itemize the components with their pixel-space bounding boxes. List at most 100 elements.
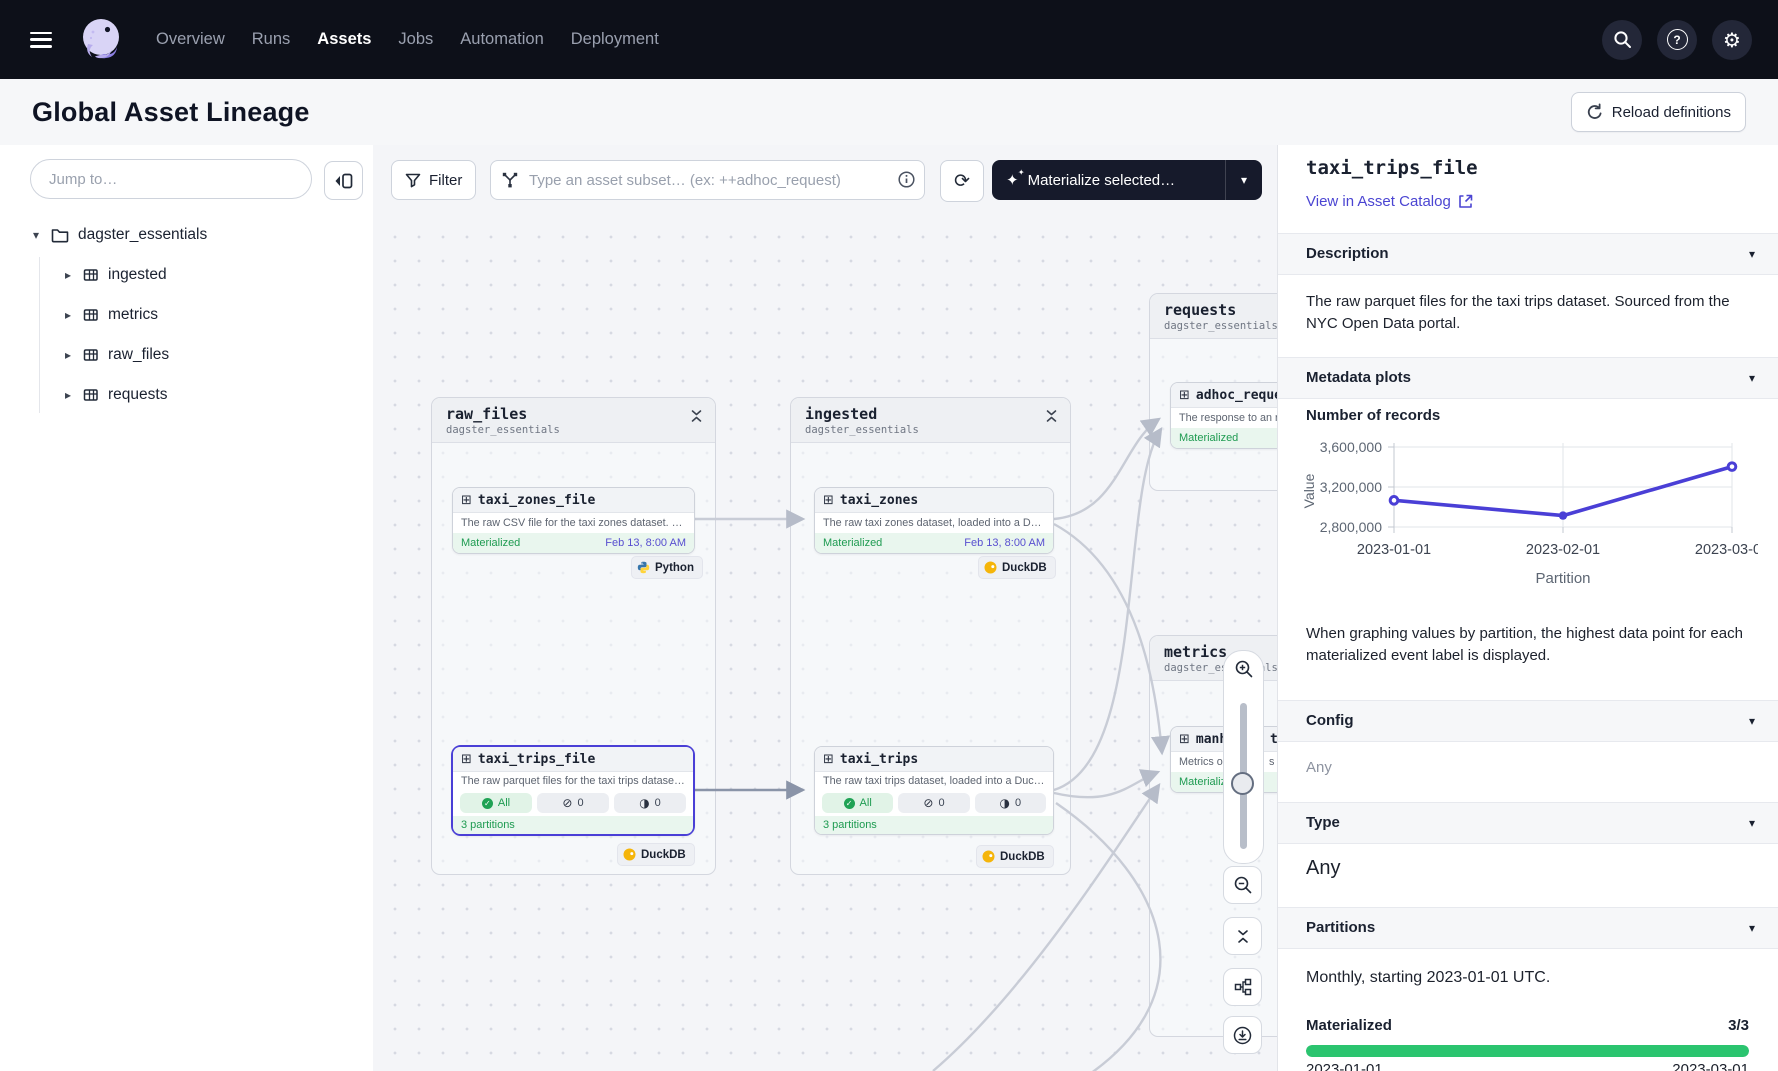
graph-layout-icon	[1234, 978, 1252, 996]
section-title: Config	[1306, 712, 1353, 729]
search-button[interactable]	[1602, 20, 1642, 60]
refresh-button[interactable]: ⟳	[940, 160, 984, 202]
nav-item-deployment[interactable]: Deployment	[571, 30, 659, 49]
nav-item-runs[interactable]: Runs	[252, 30, 291, 49]
group-name: ingested	[805, 405, 1056, 423]
nav-item-overview[interactable]: Overview	[156, 30, 225, 49]
zoom-in-button[interactable]	[1224, 659, 1263, 679]
collapse-sidebar-button[interactable]	[324, 161, 363, 200]
caret-down-icon: ▾	[1749, 358, 1755, 398]
download-image-button[interactable]	[1223, 1016, 1262, 1054]
tree-item-label: metrics	[108, 306, 158, 324]
reload-definitions-button[interactable]: Reload definitions	[1571, 92, 1746, 132]
refresh-icon: ⟳	[954, 170, 970, 192]
range-end: 2023-03-01	[1672, 1061, 1749, 1071]
caret-right-icon: ▸	[62, 308, 74, 322]
asset-group-tree: ▾ dagster_essentials ▸ ingested ▸	[0, 215, 373, 415]
materialize-main[interactable]: ✦ Materialize selected…	[992, 160, 1225, 200]
tree-item-dagster-essentials[interactable]: ▾ dagster_essentials	[0, 215, 373, 255]
badge-materialized-all: ✓All	[460, 793, 532, 813]
tree-item-ingested[interactable]: ▸ ingested	[0, 255, 373, 295]
table-icon: ⊞	[461, 494, 472, 507]
section-description[interactable]: Description ▾	[1278, 233, 1778, 275]
asset-subset-input[interactable]	[490, 160, 925, 200]
info-icon[interactable]	[898, 171, 915, 188]
folder-icon	[51, 228, 69, 243]
nav-item-jobs[interactable]: Jobs	[398, 30, 433, 49]
svg-text:2023-02-01: 2023-02-01	[1526, 542, 1600, 558]
dagster-logo[interactable]	[74, 12, 130, 68]
badge-missing: ⊘0	[898, 793, 969, 813]
duckdb-icon	[623, 848, 636, 861]
help-icon: ?	[1667, 29, 1688, 50]
section-title: Partitions	[1306, 919, 1375, 936]
zoom-out-button[interactable]	[1223, 866, 1262, 904]
tree-item-requests[interactable]: ▸ requests	[0, 375, 373, 415]
badge-missing: ⊘0	[537, 793, 609, 813]
view-in-asset-catalog-link[interactable]: View in Asset Catalog	[1306, 193, 1473, 210]
settings-button[interactable]: ⚙	[1712, 20, 1752, 60]
badge-failed: ◑0	[975, 793, 1046, 813]
tree-item-raw-files[interactable]: ▸ raw_files	[0, 335, 373, 375]
asset-description: The raw parquet files for the taxi trips…	[453, 772, 693, 790]
asset-name: taxi_trips_file	[478, 752, 595, 767]
section-metadata-plots[interactable]: Metadata plots ▾	[1278, 357, 1778, 399]
section-title: Metadata plots	[1306, 369, 1411, 386]
tech-tag-duckdb: DuckDB	[976, 845, 1054, 868]
caret-down-icon: ▾	[1749, 234, 1755, 274]
badge-failed: ◑0	[614, 793, 686, 813]
asset-node-taxi-trips[interactable]: ⊞taxi_trips The raw taxi trips dataset, …	[814, 746, 1054, 835]
lineage-graph: raw_files dagster_essentials ingested da…	[373, 145, 1277, 1071]
menu-icon[interactable]	[30, 32, 52, 48]
materialized-progress-bar	[1306, 1045, 1749, 1057]
asset-description: The raw CSV file for the taxi zones data…	[453, 513, 694, 533]
section-type[interactable]: Type ▾	[1278, 802, 1778, 844]
group-header: requests dagster_essentials	[1150, 294, 1277, 339]
asset-node-adhoc-request[interactable]: ⊞adhoc_request The response to an req Ma…	[1170, 382, 1277, 449]
asset-name: taxi_zones	[840, 493, 918, 508]
nav-item-assets[interactable]: Assets	[317, 30, 371, 49]
materialization-time: Feb 13, 8:00 AM	[964, 533, 1045, 553]
zoom-slider-handle[interactable]	[1231, 772, 1254, 795]
partition-badges: ✓All ⊘0 ◑0	[815, 790, 1053, 816]
gear-icon: ⚙	[1723, 30, 1741, 50]
number-of-records-chart: 2,800,0003,200,0003,600,0002023-01-01202…	[1298, 431, 1758, 593]
asset-node-taxi-zones[interactable]: ⊞taxi_zones The raw taxi zones dataset, …	[814, 487, 1054, 554]
collapse-group-icon[interactable]	[690, 409, 703, 423]
help-button[interactable]: ?	[1657, 20, 1697, 60]
svg-text:2023-03-01: 2023-03-01	[1695, 542, 1758, 558]
asset-name: adhoc_request	[1196, 388, 1277, 403]
jump-to-input[interactable]	[30, 159, 312, 199]
collapse-group-icon[interactable]	[1045, 409, 1058, 423]
materialize-dropdown-button[interactable]: ▾	[1225, 160, 1262, 200]
materialized-count: 3/3	[1728, 1017, 1749, 1034]
asset-tree-sidebar: ▾ dagster_essentials ▸ ingested ▸	[0, 145, 374, 1071]
tech-tag-label: DuckDB	[1000, 851, 1045, 863]
asset-description: The response to an req	[1171, 408, 1277, 428]
section-config[interactable]: Config ▾	[1278, 700, 1778, 742]
section-title: Type	[1306, 814, 1340, 831]
caret-down-icon: ▾	[1749, 803, 1755, 843]
nav-item-automation[interactable]: Automation	[460, 30, 543, 49]
asset-node-taxi-trips-file-selected[interactable]: ⊞ taxi_trips_file The raw parquet files f…	[451, 745, 695, 836]
partition-badges: ✓All ⊘0 ◑0	[453, 790, 693, 816]
asset-description: Metrics on	[1179, 756, 1229, 768]
graph-toolbar: Filter ⟳ ✦ Materialize selected…	[373, 145, 1277, 217]
section-partitions[interactable]: Partitions ▾	[1278, 907, 1778, 949]
filter-button[interactable]: Filter	[391, 160, 476, 200]
status-badge: Materialized	[823, 533, 882, 553]
table-icon: ⊞	[823, 494, 834, 507]
zoom-in-icon	[1234, 659, 1254, 679]
caret-down-icon: ▾	[1241, 173, 1247, 187]
search-icon	[1613, 30, 1632, 49]
asset-group-icon	[83, 268, 99, 282]
check-icon: ✓	[844, 798, 855, 809]
duckdb-icon	[982, 850, 995, 863]
asset-name: taxi_trips	[840, 752, 918, 767]
asset-node-taxi-zones-file[interactable]: ⊞taxi_zones_file The raw CSV file for th…	[452, 487, 695, 554]
collapse-all-groups-button[interactable]	[1223, 917, 1262, 955]
tree-item-metrics[interactable]: ▸ metrics	[0, 295, 373, 335]
layout-graph-button[interactable]	[1223, 968, 1262, 1006]
materialize-selected-button[interactable]: ✦ Materialize selected… ▾	[992, 160, 1262, 200]
table-icon: ⊞	[461, 753, 472, 766]
